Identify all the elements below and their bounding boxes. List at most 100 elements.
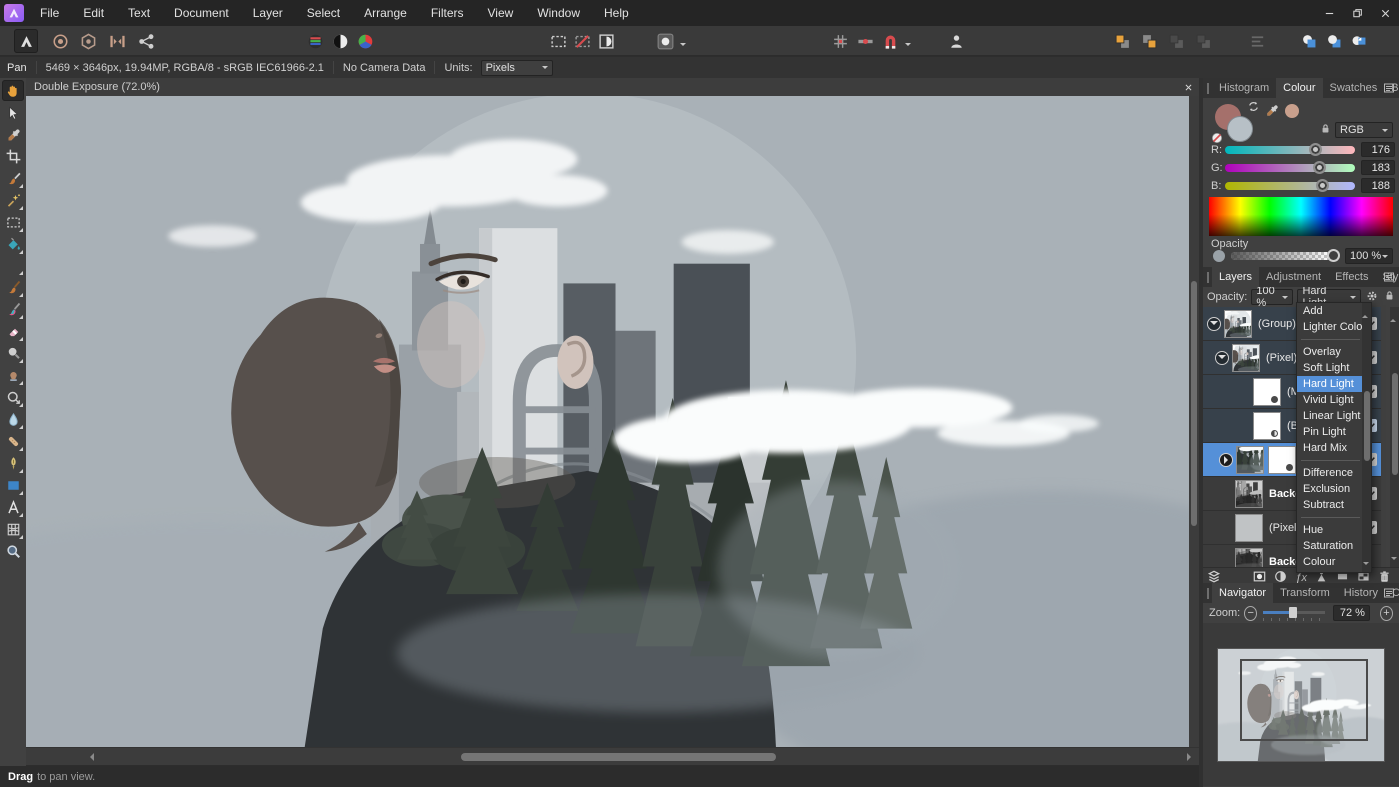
tone-mapping-persona-icon[interactable] bbox=[105, 29, 129, 53]
flood-select-tool[interactable] bbox=[2, 190, 24, 211]
mask-thumbnail[interactable] bbox=[1253, 377, 1281, 406]
navigator-preview[interactable] bbox=[1217, 647, 1385, 762]
menu-item-hue[interactable]: Hue bbox=[1297, 522, 1362, 538]
auto-levels-icon[interactable] bbox=[303, 29, 327, 53]
menu-item-difference[interactable]: Difference bbox=[1297, 465, 1362, 481]
lock-layer-icon[interactable] bbox=[1384, 290, 1395, 304]
collapse-arrow-icon[interactable] bbox=[1215, 350, 1229, 365]
colour-picker-icon[interactable] bbox=[1265, 104, 1279, 121]
menu-item-colour[interactable]: Colour bbox=[1297, 554, 1362, 570]
tab-colour[interactable]: Colour bbox=[1276, 78, 1323, 98]
move-to-front-icon[interactable] bbox=[1110, 29, 1134, 53]
panel-menu-icon[interactable] bbox=[1383, 82, 1395, 94]
blue-value[interactable]: 188 bbox=[1361, 178, 1395, 193]
menu-item-vivid-light[interactable]: Vivid Light bbox=[1297, 392, 1362, 408]
layer-thumbnail[interactable] bbox=[1235, 547, 1263, 567]
canvas-horizontal-scrollbar[interactable] bbox=[26, 747, 1199, 765]
green-slider-thumb[interactable] bbox=[1313, 160, 1326, 174]
tab-adjustment[interactable]: Adjustment bbox=[1259, 267, 1328, 287]
document-tab[interactable]: Double Exposure (72.0%) bbox=[26, 81, 160, 93]
tab-layers[interactable]: Layers bbox=[1212, 267, 1260, 287]
green-value[interactable]: 183 bbox=[1361, 160, 1395, 175]
zoom-in-icon[interactable]: + bbox=[1379, 605, 1393, 621]
menu-help[interactable]: Help bbox=[592, 0, 641, 26]
auto-colour-icon[interactable] bbox=[353, 29, 377, 53]
menu-item-saturation[interactable]: Saturation bbox=[1297, 538, 1362, 554]
restore-icon[interactable] bbox=[1343, 0, 1371, 26]
scroll-up-icon[interactable] bbox=[1390, 307, 1396, 322]
panel-menu-icon[interactable] bbox=[1383, 271, 1395, 283]
geometry-subtract-icon[interactable] bbox=[1322, 29, 1346, 53]
menu-select[interactable]: Select bbox=[295, 0, 352, 26]
units-dropdown[interactable]: Pixels bbox=[480, 59, 553, 76]
colour-mode-dropdown[interactable]: RGB bbox=[1335, 122, 1393, 138]
menu-item-pin-light[interactable]: Pin Light bbox=[1297, 424, 1362, 440]
menu-arrange[interactable]: Arrange bbox=[352, 0, 419, 26]
add-layer-effects-icon[interactable]: ƒx bbox=[1295, 572, 1307, 584]
blue-slider-thumb[interactable] bbox=[1316, 178, 1329, 192]
blemish-removal-tool[interactable] bbox=[2, 387, 24, 408]
lock-icon[interactable] bbox=[1320, 123, 1331, 137]
expand-arrow-icon[interactable] bbox=[1219, 452, 1233, 467]
layer-thumbnail[interactable] bbox=[1235, 513, 1263, 542]
snapping-magnet-icon[interactable] bbox=[878, 29, 902, 53]
text-tool[interactable] bbox=[2, 497, 24, 518]
red-slider[interactable] bbox=[1225, 142, 1355, 156]
scrollbar-thumb[interactable] bbox=[1363, 391, 1370, 461]
layer-thumbnail[interactable] bbox=[1232, 343, 1260, 372]
scrollbar-thumb[interactable] bbox=[1191, 281, 1197, 526]
menu-item-lighter-colour[interactable]: Lighter Colour bbox=[1297, 319, 1362, 335]
colour-spectrum[interactable] bbox=[1209, 197, 1393, 236]
menu-item-hard-light[interactable]: Hard Light bbox=[1297, 376, 1363, 392]
scroll-right-icon[interactable] bbox=[1187, 753, 1195, 761]
tab-histogram[interactable]: Histogram bbox=[1212, 78, 1276, 98]
tab-history[interactable]: History bbox=[1337, 583, 1385, 603]
selection-new-icon[interactable] bbox=[546, 29, 570, 53]
auto-white-balance-icon[interactable] bbox=[378, 29, 402, 53]
blend-menu-scrollbar[interactable] bbox=[1362, 300, 1371, 572]
layers-opacity-dropdown[interactable]: 100 % bbox=[1251, 285, 1294, 309]
colour-opacity-dropdown[interactable]: 100 % bbox=[1345, 248, 1393, 264]
menu-item-subtract[interactable]: Subtract bbox=[1297, 497, 1362, 513]
quick-mask-caret-icon[interactable] bbox=[680, 43, 686, 49]
red-slider-thumb[interactable] bbox=[1309, 142, 1322, 156]
layer-thumbnail[interactable] bbox=[1236, 445, 1264, 474]
adjustment-thumbnail[interactable] bbox=[1253, 411, 1281, 440]
scroll-left-icon[interactable] bbox=[86, 753, 94, 761]
swap-colours-icon[interactable] bbox=[1247, 100, 1260, 116]
menu-document[interactable]: Document bbox=[162, 0, 241, 26]
background-colour-swatch[interactable] bbox=[1227, 116, 1253, 142]
blur-brush-tool[interactable] bbox=[2, 409, 24, 430]
quick-mask-icon[interactable] bbox=[653, 29, 677, 53]
photo-persona-icon[interactable] bbox=[14, 29, 38, 53]
zoom-out-icon[interactable]: − bbox=[1244, 605, 1258, 621]
mesh-warp-tool[interactable] bbox=[2, 519, 24, 540]
marquee-select-tool[interactable] bbox=[2, 212, 24, 233]
geometry-add-icon[interactable] bbox=[1297, 29, 1321, 53]
pan-tool[interactable] bbox=[2, 80, 24, 101]
collapse-arrow-icon[interactable] bbox=[1207, 316, 1221, 331]
flood-fill-tool[interactable] bbox=[2, 234, 24, 255]
rectangle-tool[interactable] bbox=[2, 475, 24, 496]
red-value[interactable]: 176 bbox=[1361, 142, 1395, 157]
scroll-up-icon[interactable] bbox=[1362, 300, 1369, 318]
snapping-caret-icon[interactable] bbox=[905, 43, 911, 49]
navigator-viewport-rect[interactable] bbox=[1240, 658, 1368, 741]
geometry-divide-icon[interactable] bbox=[1347, 29, 1371, 53]
snapping-candidates-icon[interactable] bbox=[853, 29, 877, 53]
develop-persona-icon[interactable] bbox=[76, 29, 100, 53]
zoom-slider-thumb[interactable] bbox=[1289, 607, 1298, 618]
menu-item-linear-light[interactable]: Linear Light bbox=[1297, 408, 1362, 424]
opacity-slider[interactable] bbox=[1231, 249, 1340, 262]
move-tool[interactable] bbox=[2, 103, 24, 124]
assistant-icon[interactable] bbox=[944, 29, 968, 53]
tab-effects[interactable]: Effects bbox=[1328, 267, 1375, 287]
tab-transform[interactable]: Transform bbox=[1273, 583, 1337, 603]
scroll-down-icon[interactable] bbox=[1391, 557, 1397, 563]
menu-item-luminosity[interactable]: Luminosity bbox=[1297, 570, 1362, 572]
menu-item-exclusion[interactable]: Exclusion bbox=[1297, 481, 1362, 497]
panel-menu-icon[interactable] bbox=[1383, 587, 1395, 599]
tab-navigator[interactable]: Navigator bbox=[1212, 583, 1274, 603]
scrollbar-thumb[interactable] bbox=[1391, 373, 1398, 475]
menu-item-add[interactable]: Add bbox=[1297, 303, 1362, 319]
